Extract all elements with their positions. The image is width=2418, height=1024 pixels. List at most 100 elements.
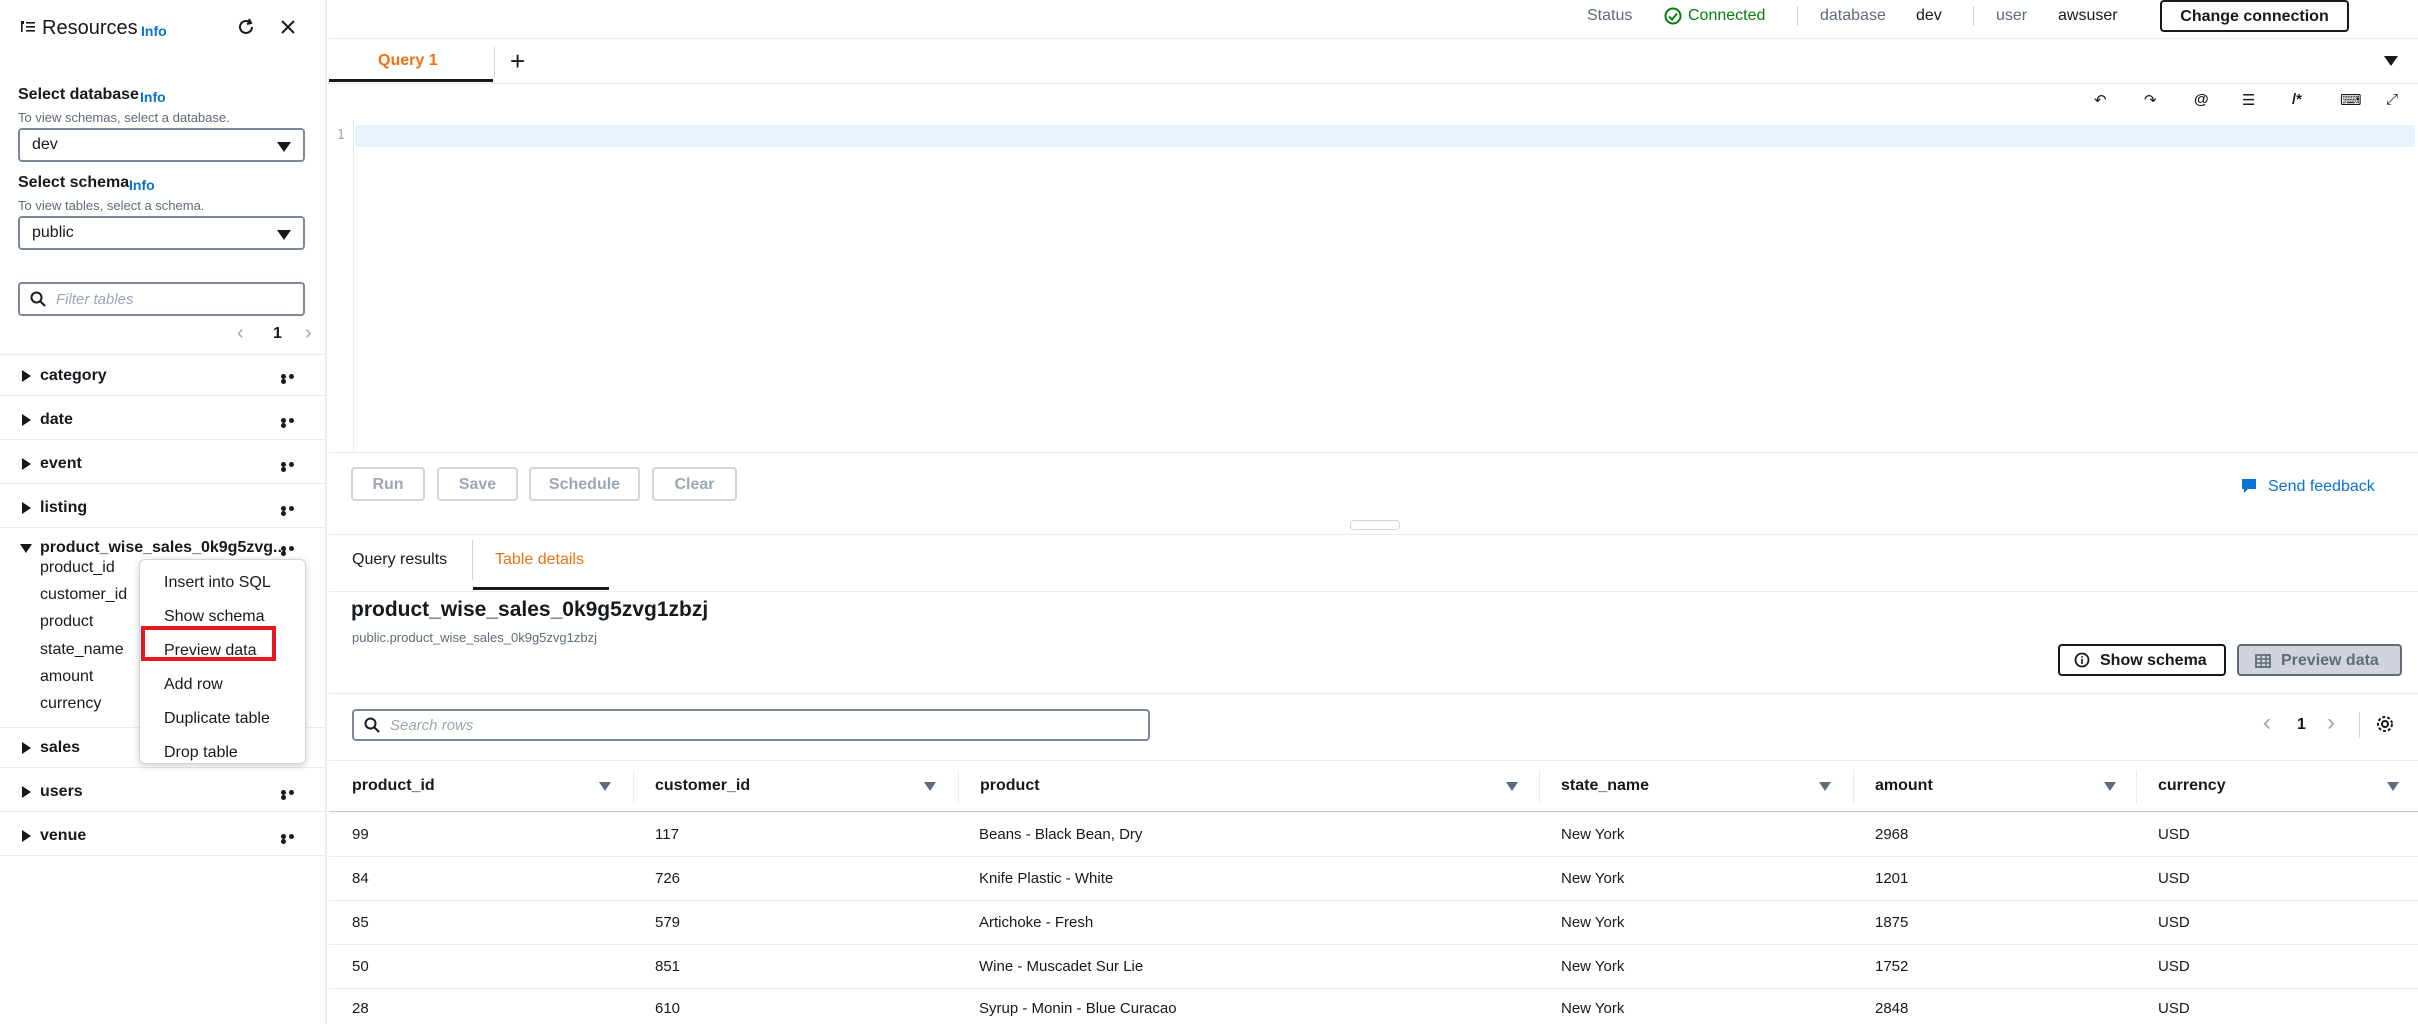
more-actions-icon[interactable] bbox=[281, 418, 303, 428]
cell: 1752 bbox=[1875, 958, 1909, 975]
column-header-currency[interactable]: currency bbox=[2158, 777, 2226, 795]
column-item[interactable]: state_name bbox=[40, 641, 124, 659]
database-select[interactable]: dev bbox=[18, 128, 305, 162]
more-actions-icon[interactable] bbox=[281, 374, 303, 384]
select-schema-info[interactable]: Info bbox=[129, 177, 155, 193]
send-feedback-link[interactable]: Send feedback bbox=[2268, 478, 2375, 496]
cell: 50 bbox=[352, 958, 369, 975]
sort-icon[interactable] bbox=[1506, 782, 1518, 791]
caret-right-icon bbox=[22, 502, 31, 514]
keyboard-icon[interactable]: ⌨ bbox=[2340, 91, 2362, 109]
caret-right-icon bbox=[22, 370, 31, 382]
cell: 84 bbox=[352, 870, 369, 887]
page-number[interactable]: 1 bbox=[273, 325, 282, 343]
menu-item-duplicate-table[interactable]: Duplicate table bbox=[164, 710, 270, 728]
column-item[interactable]: currency bbox=[40, 695, 101, 713]
table-name: event bbox=[40, 455, 82, 472]
tab-menu-caret-icon[interactable] bbox=[2384, 56, 2398, 66]
select-schema-label: Select schema bbox=[18, 174, 130, 191]
table-row[interactable]: 84 726 Knife Plastic - White New York 12… bbox=[329, 857, 2418, 900]
menu-item-show-schema[interactable]: Show schema bbox=[164, 608, 265, 626]
more-actions-icon[interactable] bbox=[281, 506, 303, 516]
add-tab-icon[interactable]: + bbox=[510, 46, 525, 77]
comment-icon[interactable]: /* bbox=[2292, 91, 2302, 108]
menu-item-drop-table[interactable]: Drop table bbox=[164, 744, 238, 762]
column-item[interactable]: customer_id bbox=[40, 586, 127, 604]
sort-icon[interactable] bbox=[2387, 782, 2399, 791]
fullscreen-icon[interactable]: ⤢ bbox=[2386, 91, 2398, 108]
table-row[interactable]: 28 610 Syrup - Monin - Blue Curacao New … bbox=[329, 989, 2418, 1024]
page-number[interactable]: 1 bbox=[2297, 716, 2306, 734]
table-item-users[interactable]: users bbox=[0, 772, 325, 812]
preview-data-button[interactable]: Preview data bbox=[2237, 644, 2402, 676]
code-editor[interactable] bbox=[355, 125, 2415, 147]
show-schema-button[interactable]: Show schema bbox=[2058, 644, 2226, 676]
clear-button[interactable]: Clear bbox=[652, 467, 737, 501]
schema-select[interactable]: public bbox=[18, 216, 305, 250]
column-header-product-id[interactable]: product_id bbox=[352, 777, 435, 795]
close-icon[interactable] bbox=[280, 19, 296, 40]
sort-icon[interactable] bbox=[2104, 782, 2116, 791]
column-header-product[interactable]: product bbox=[980, 777, 1040, 795]
more-actions-icon[interactable] bbox=[281, 834, 303, 844]
tab-query-results[interactable]: Query results bbox=[352, 551, 447, 569]
column-header-customer-id[interactable]: customer_id bbox=[655, 777, 750, 795]
table-row[interactable]: 50 851 Wine - Muscadet Sur Lie New York … bbox=[329, 945, 2418, 988]
cell: 2848 bbox=[1875, 1000, 1909, 1017]
table-item-date[interactable]: date bbox=[0, 400, 325, 440]
more-actions-icon[interactable] bbox=[281, 790, 303, 800]
highlight-box bbox=[141, 626, 276, 661]
cell: USD bbox=[2158, 1000, 2190, 1017]
column-item[interactable]: product bbox=[40, 613, 93, 631]
save-button[interactable]: Save bbox=[437, 467, 518, 501]
sort-icon[interactable] bbox=[924, 782, 936, 791]
feedback-icon bbox=[2240, 477, 2258, 500]
change-connection-button[interactable]: Change connection bbox=[2160, 0, 2349, 32]
column-header-state-name[interactable]: state_name bbox=[1561, 777, 1649, 795]
resources-panel: Resources Info Select database Info To v… bbox=[0, 0, 327, 1024]
line-number: 1 bbox=[337, 128, 345, 143]
cell: 726 bbox=[655, 870, 681, 887]
search-rows-input[interactable]: Search rows bbox=[352, 709, 1150, 741]
refresh-icon[interactable] bbox=[236, 17, 256, 42]
divider bbox=[2359, 712, 2360, 738]
prev-page-icon[interactable]: ‹ bbox=[2263, 709, 2271, 737]
column-header-amount[interactable]: amount bbox=[1875, 777, 1933, 795]
schedule-button[interactable]: Schedule bbox=[529, 467, 640, 501]
prev-page-icon[interactable]: ‹ bbox=[237, 322, 244, 345]
table-row[interactable]: 99 117 Beans - Black Bean, Dry New York … bbox=[329, 812, 2418, 856]
table-item-venue[interactable]: venue bbox=[0, 816, 325, 856]
list-icon bbox=[20, 19, 36, 40]
more-actions-icon[interactable] bbox=[281, 546, 303, 556]
resize-handle[interactable] bbox=[1350, 520, 1400, 530]
column-item[interactable]: amount bbox=[40, 668, 93, 686]
table-row[interactable]: 85 579 Artichoke - Fresh New York 1875 U… bbox=[329, 901, 2418, 944]
next-page-icon[interactable]: › bbox=[2327, 709, 2335, 737]
more-actions-icon[interactable] bbox=[281, 462, 303, 472]
cell: 2968 bbox=[1875, 826, 1909, 843]
redo-icon[interactable]: ↷ bbox=[2144, 91, 2157, 109]
table-item-event[interactable]: event bbox=[0, 444, 325, 484]
undo-icon[interactable]: ↶ bbox=[2094, 91, 2107, 109]
tab-table-details[interactable]: Table details bbox=[495, 551, 584, 569]
table-item-category[interactable]: category bbox=[0, 356, 325, 396]
next-page-icon[interactable]: › bbox=[305, 322, 312, 345]
mention-icon[interactable]: @ bbox=[2194, 91, 2209, 108]
filter-tables-input[interactable]: Filter tables bbox=[18, 282, 305, 316]
menu-item-add-row[interactable]: Add row bbox=[164, 676, 223, 694]
sort-icon[interactable] bbox=[1819, 782, 1831, 791]
table-item-listing[interactable]: listing bbox=[0, 488, 325, 528]
tab-query-1[interactable]: Query 1 bbox=[378, 52, 438, 70]
column-item[interactable]: product_id bbox=[40, 559, 115, 577]
divider bbox=[1853, 770, 1854, 804]
settings-gear-icon[interactable] bbox=[2375, 714, 2395, 739]
indent-icon[interactable]: ☰ bbox=[2242, 91, 2255, 109]
menu-item-insert-into-sql[interactable]: Insert into SQL bbox=[164, 574, 271, 592]
select-database-desc: To view schemas, select a database. bbox=[18, 110, 230, 125]
sort-icon[interactable] bbox=[599, 782, 611, 791]
run-button[interactable]: Run bbox=[351, 467, 425, 501]
select-database-info[interactable]: Info bbox=[140, 89, 166, 105]
info-link[interactable]: Info bbox=[141, 23, 167, 39]
divider bbox=[1973, 6, 1974, 26]
cell: New York bbox=[1561, 870, 1625, 887]
